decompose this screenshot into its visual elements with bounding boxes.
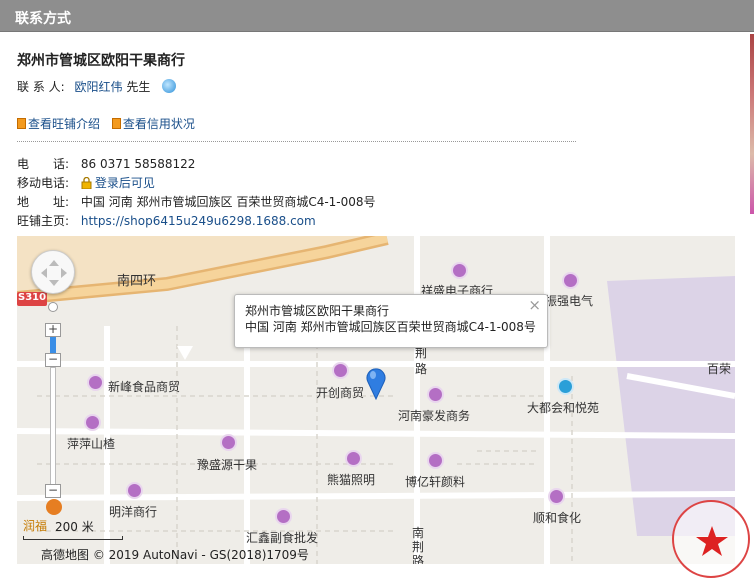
poi-shop-icon — [427, 452, 444, 469]
poi-xinfeng[interactable]: 新峰食品商贸 — [108, 378, 180, 395]
address-label: 地 址: — [17, 195, 70, 209]
star-icon — [696, 526, 728, 556]
poi-runfu[interactable]: 润福 — [23, 517, 47, 534]
poi-xiongmao[interactable]: 熊猫照明 — [327, 471, 375, 488]
poi-mingyang[interactable]: 明洋商行 — [109, 503, 157, 520]
map-copyright: 高德地图 © 2019 AutoNavi - GS(2018)1709号 — [41, 548, 309, 562]
popup-line2: 中国 河南 郑州市管城回族区百荣世贸商城C4-1-008号 — [245, 320, 536, 334]
poi-shunhe[interactable]: 顺和食化 — [533, 509, 581, 526]
divider — [17, 141, 576, 142]
login-to-view-link[interactable]: 登录后可见 — [95, 176, 155, 190]
company-name: 郑州市管城区欧阳干果商行 — [17, 53, 185, 69]
zoom-in-button[interactable]: + — [45, 323, 61, 337]
poi-shop-icon — [451, 262, 468, 279]
shop-intro-link[interactable]: 查看旺铺介绍 — [28, 117, 100, 131]
zoom-out-button[interactable]: − — [45, 484, 61, 498]
links-row: 查看旺铺介绍 查看信用状况 — [17, 115, 195, 132]
poi-zhenqiang[interactable]: 振强电气 — [545, 292, 593, 309]
lock-icon — [81, 177, 92, 189]
poi-shop-icon — [548, 488, 565, 505]
popup-line1: 郑州市管城区欧阳干果商行 — [245, 304, 390, 318]
poi-shop-icon — [345, 450, 362, 467]
poi-huixin[interactable]: 汇鑫副食批发 — [246, 529, 318, 546]
poi-boyixuan[interactable]: 博亿轩颜料 — [405, 473, 465, 490]
poi-shop-icon — [275, 508, 292, 525]
road-south4-label: 南四环 — [117, 274, 157, 289]
credit-icon — [111, 118, 121, 129]
phone-value: 86 0371 58588122 — [80, 157, 196, 171]
phone-row: 电 话: 86 0371 58588122 — [17, 155, 195, 172]
zoom-track-active — [50, 337, 56, 353]
wangwang-chat-icon[interactable] — [162, 79, 177, 93]
address-row: 地 址: 中国 河南 郑州市管城回族区 百荣世贸商城C4-1-008号 — [17, 193, 376, 210]
map-pan-control[interactable] — [31, 250, 75, 294]
mobile-row: 移动电话: 登录后可见 — [17, 174, 155, 191]
poi-henan-haofa[interactable]: 河南豪发商务 — [398, 407, 470, 424]
phone-label: 电 话: — [17, 157, 70, 171]
road-nanjing3-label: 路 — [412, 554, 425, 564]
address-value: 中国 河南 郑州市管城回族区 百荣世贸商城C4-1-008号 — [80, 195, 376, 209]
poi-kaichuang[interactable]: 开创商贸 — [316, 384, 364, 401]
poi-bairong[interactable]: 百荣 — [707, 360, 731, 377]
map-info-popup: × 郑州市管城区欧阳干果商行 中国 河南 郑州市管城回族区百荣世贸商城C4-1-… — [234, 294, 548, 348]
contact-name-link[interactable]: 欧阳红伟 — [75, 80, 123, 94]
popup-close-icon[interactable]: × — [528, 297, 541, 313]
poi-dadu[interactable]: 大都会和悦苑 — [527, 399, 599, 416]
poi-shop-icon — [562, 272, 579, 289]
homepage-label: 旺铺主页: — [17, 214, 70, 228]
poi-shop-icon — [220, 434, 237, 451]
poi-shop-icon — [332, 362, 349, 379]
contact-label: 联 系 人: — [17, 80, 65, 94]
poi-shop-icon — [87, 374, 104, 391]
scale-bar — [23, 536, 123, 540]
poi-shop-icon — [126, 482, 143, 499]
food-poi-icon — [46, 499, 62, 515]
poi-yushengyuan[interactable]: 豫盛源干果 — [197, 456, 257, 473]
map-reset-button[interactable] — [48, 302, 58, 312]
contact-title: 先生 — [126, 80, 151, 94]
map-view[interactable]: S310 南四环 荆 路 南 荆 路 祥盛电子商行 振强电气 百荣 新峰食品商贸… — [17, 236, 735, 564]
map-scale: 200 米 — [55, 520, 94, 534]
mobile-label: 移动电话: — [17, 176, 70, 190]
zoom-track[interactable] — [50, 367, 56, 485]
watermark-stamp — [672, 500, 750, 578]
edge-strip — [750, 34, 754, 214]
popup-tail — [177, 346, 193, 360]
credit-link[interactable]: 查看信用状况 — [123, 117, 195, 131]
contact-row: 联 系 人: 欧阳红伟 先生 — [17, 78, 177, 95]
homepage-row: 旺铺主页: https://shop6415u249u6298.1688.com — [17, 212, 316, 229]
poi-mall-icon — [557, 378, 574, 395]
road-jing2-label: 路 — [415, 362, 428, 376]
poi-shop-icon — [84, 414, 101, 431]
location-marker-icon[interactable] — [366, 366, 386, 400]
poi-shop-icon — [427, 386, 444, 403]
homepage-link[interactable]: https://shop6415u249u6298.1688.com — [81, 214, 316, 228]
zoom-slider-handle[interactable]: − — [45, 353, 61, 367]
section-header: 联系方式 — [0, 0, 754, 32]
shop-intro-icon — [17, 118, 26, 129]
pan-arrows-icon — [41, 260, 67, 286]
poi-pingping[interactable]: 萍萍山楂 — [67, 435, 115, 452]
section-title: 联系方式 — [15, 11, 71, 27]
